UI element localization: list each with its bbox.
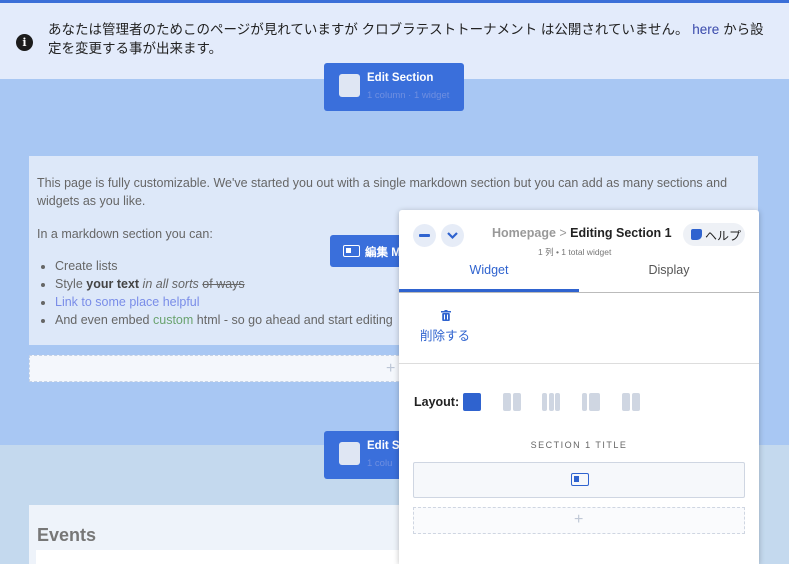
section-editor-panel: Homepage > Editing Section 1 1 列 • 1 tot… — [399, 210, 759, 564]
tabs-divider — [399, 292, 759, 293]
edit-section-button[interactable]: Edit Section 1 column · 1 widget — [324, 63, 464, 111]
panel-subtitle: 1 列 • 1 total widget — [538, 247, 612, 257]
help-icon — [691, 229, 702, 240]
tab-widget[interactable]: Widget — [399, 260, 579, 292]
breadcrumb-separator: > — [555, 226, 571, 240]
plus-icon: + — [574, 511, 584, 528]
layout-sidebar-left-option[interactable] — [582, 393, 600, 411]
divider — [399, 363, 759, 364]
strikethrough-text: of ways — [202, 277, 245, 291]
edit-section-sublabel: 1 column · 1 widget — [367, 90, 450, 101]
custom-html-text: custom — [153, 313, 194, 327]
breadcrumb-current: Editing Section 1 — [570, 226, 672, 240]
events-content — [36, 550, 409, 564]
minimize-button[interactable] — [413, 224, 436, 247]
section-icon — [339, 442, 360, 465]
info-icon: i — [16, 34, 33, 51]
list-item-text: html - so go ahead and start editing — [193, 313, 393, 327]
notice-message: あなたは管理者のためこのページが見れていますが クロブラテストトーナメント は公… — [48, 20, 773, 58]
layout-one-column-option[interactable] — [463, 393, 481, 411]
trash-icon — [441, 310, 451, 321]
chevron-down-icon — [447, 232, 458, 240]
list-item-text: Style — [55, 277, 87, 291]
layout-sidebar-right-option[interactable] — [622, 393, 640, 411]
edit-section-label: Edit Section — [367, 72, 434, 84]
plus-icon: + — [386, 360, 396, 377]
collapse-button[interactable] — [441, 224, 464, 247]
list-item-text: Create lists — [55, 259, 118, 273]
widget-icon — [571, 473, 589, 486]
settings-link[interactable]: here — [692, 22, 719, 37]
edit-markdown-label: 編集 M — [365, 247, 401, 259]
section-title-label: SECTION 1 TITLE — [530, 440, 628, 450]
markdown-link[interactable]: Link to some place helpful — [55, 295, 200, 309]
help-button[interactable]: ヘルプ — [683, 223, 745, 246]
events-widget: Events — [29, 505, 409, 564]
widget-icon — [343, 245, 360, 257]
add-widget-button[interactable]: + — [413, 507, 745, 534]
layout-label: Layout: — [414, 395, 460, 409]
list-item: And even embed custom html - so go ahead… — [55, 311, 393, 329]
layout-three-column-option[interactable] — [542, 393, 560, 411]
tab-display[interactable]: Display — [579, 260, 759, 292]
list-item: Style your text in all sorts of ways — [55, 275, 393, 293]
add-widget-button[interactable]: + — [29, 355, 409, 382]
events-title: Events — [37, 525, 97, 545]
italic-text: in all sorts — [139, 277, 199, 291]
list-item: Link to some place helpful — [55, 293, 393, 311]
layout-two-column-option[interactable] — [503, 393, 521, 411]
list-item-text: And even embed — [55, 313, 153, 327]
edit-section-sublabel: 1 colu — [367, 458, 393, 469]
section-icon — [339, 74, 360, 97]
markdown-list: Create lists Style your text in all sort… — [55, 257, 393, 329]
markdown-paragraph: This page is fully customizable. We've s… — [37, 176, 728, 208]
section-title-widget-slot[interactable] — [413, 462, 745, 498]
markdown-paragraph: In a markdown section you can: — [37, 227, 213, 241]
breadcrumb: Homepage > Editing Section 1 — [492, 226, 672, 240]
delete-label: 削除する — [420, 329, 471, 343]
delete-button[interactable]: 削除する — [419, 308, 479, 344]
help-label: ヘルプ — [705, 229, 742, 243]
notice-text: あなたは管理者のためこのページが見れていますが クロブラテストトーナメント は公… — [48, 22, 689, 37]
breadcrumb-homepage[interactable]: Homepage — [492, 226, 556, 240]
bold-text: your text — [86, 277, 140, 291]
